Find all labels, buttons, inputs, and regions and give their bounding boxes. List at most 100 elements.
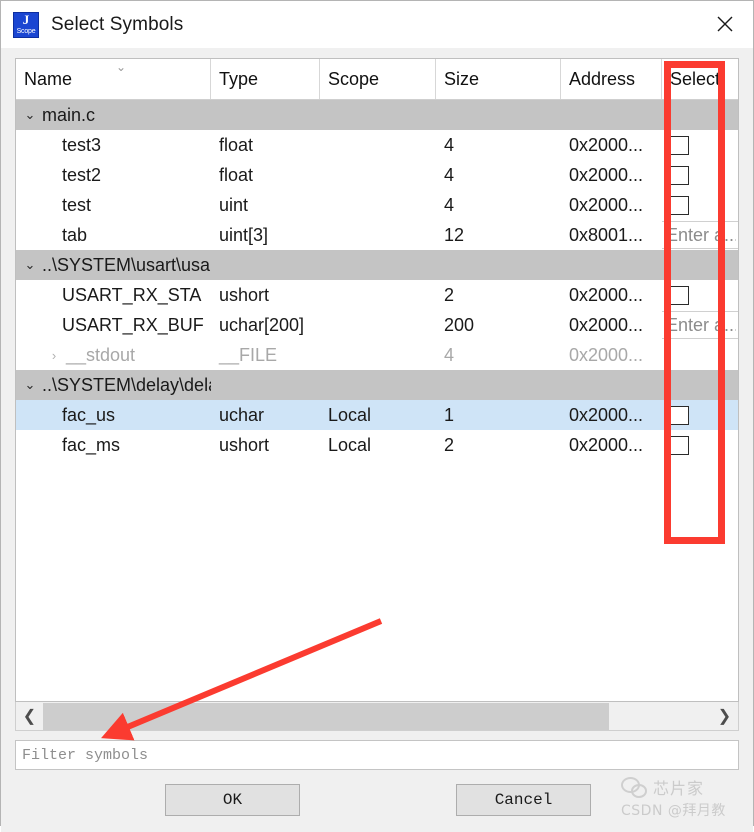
select-checkbox[interactable] [670, 405, 689, 425]
symbol-name-label: __stdout [66, 344, 136, 365]
select-checkbox[interactable] [670, 285, 689, 305]
close-icon[interactable] [697, 1, 753, 47]
scrollbar-thumb[interactable] [43, 702, 609, 730]
column-header-address[interactable]: Address [561, 59, 662, 99]
symbol-scope-cell [320, 160, 436, 190]
chevron-down-icon[interactable]: ⌄ [18, 377, 42, 393]
symbol-size-cell: 12 [444, 224, 465, 245]
dialog-body: Name ⌄ Type Scope Size Address Select ⌄ … [1, 48, 753, 832]
table-row[interactable]: tab uint[3] 12 0x8001... [16, 220, 738, 250]
symbol-type-cell: uchar [219, 404, 265, 425]
column-header-type[interactable]: Type [211, 59, 320, 99]
tree-group-name-cell: ⌄ main.c [16, 100, 211, 130]
select-checkbox[interactable] [670, 435, 689, 455]
tree-group-address-cell [561, 250, 662, 280]
symbol-name-cell: test2 [16, 160, 211, 190]
symbol-name-label: USART_RX_STA [62, 284, 202, 305]
symbol-select-cell[interactable] [662, 190, 738, 220]
table-row[interactable]: fac_us uchar Local 1 0x2000... [16, 400, 738, 430]
tree-group-label: ..\SYSTEM\usart\usart.c [42, 254, 211, 275]
table-row[interactable]: test3 float 4 0x2000... [16, 130, 738, 160]
symbol-select-cell[interactable] [662, 400, 738, 430]
symbol-type-cell: uint[3] [219, 224, 269, 245]
tree-group-size-cell [436, 250, 561, 280]
symbol-scope-cell: Local [328, 434, 372, 455]
symbol-address-cell: 0x2000... [569, 134, 644, 155]
watermark-name: 芯片家 [653, 779, 705, 798]
ok-button[interactable]: OK [165, 784, 300, 816]
watermark-credit: CSDN @拜月教 [621, 803, 726, 819]
tree-group-address-cell [561, 370, 662, 400]
symbol-select-cell[interactable] [662, 160, 738, 190]
symbol-address-cell: 0x2000... [569, 344, 644, 365]
table-row[interactable]: USART_RX_BUF uchar[200] 200 0x2000... [16, 310, 738, 340]
tree-group-type-cell [211, 250, 320, 280]
symbol-name-label: fac_us [62, 404, 116, 425]
symbol-name-label: USART_RX_BUF [62, 314, 204, 335]
symbol-address-cell: 0x2000... [569, 194, 644, 215]
symbol-name-cell: fac_us [16, 400, 211, 430]
horizontal-scrollbar[interactable]: ❮ ❯ [15, 702, 739, 731]
column-header-size[interactable]: Size [436, 59, 561, 99]
symbol-size-cell: 4 [444, 344, 455, 365]
symbol-scope-cell [320, 340, 436, 370]
symbol-tree-rows: ⌄ main.c test3 float 4 0x2000... test2 float 4 0x… [16, 100, 738, 701]
table-row[interactable]: test2 float 4 0x2000... [16, 160, 738, 190]
cancel-button[interactable]: Cancel [456, 784, 591, 816]
column-header-select[interactable]: Select [662, 59, 738, 99]
chevron-down-icon[interactable]: ⌄ [18, 107, 42, 123]
symbol-address-cell: 0x8001... [569, 224, 644, 245]
scroll-right-arrow-icon[interactable]: ❯ [711, 703, 738, 730]
column-header-scope[interactable]: Scope [320, 59, 436, 99]
tree-group-name-cell: ⌄..\SYSTEM\delay\delay.c [16, 370, 211, 400]
sort-chevron-down-icon: ⌄ [116, 60, 127, 74]
symbol-scope-cell [320, 310, 436, 340]
symbol-name-cell: test [16, 190, 211, 220]
symbol-select-cell[interactable] [662, 430, 738, 460]
tree-group-size-cell [436, 370, 561, 400]
symbol-name-cell: USART_RX_BUF [16, 310, 211, 340]
symbol-name-cell: › __stdout [16, 340, 211, 370]
symbol-type-cell: float [219, 134, 254, 155]
tree-group-row[interactable]: ⌄..\SYSTEM\usart\usart.c [16, 250, 738, 280]
table-row[interactable]: › __stdout __FILE 4 0x2000... [16, 340, 738, 370]
select-checkbox[interactable] [670, 195, 689, 215]
select-array-index-input[interactable] [662, 311, 738, 339]
tree-group-row[interactable]: ⌄ main.c [16, 100, 738, 130]
tree-group-row[interactable]: ⌄..\SYSTEM\delay\delay.c [16, 370, 738, 400]
symbol-type-cell: float [219, 164, 254, 185]
symbol-select-cell[interactable] [662, 310, 738, 340]
symbol-select-cell[interactable] [662, 130, 738, 160]
symbol-address-cell: 0x2000... [569, 284, 644, 305]
chevron-down-icon[interactable]: ⌄ [18, 257, 42, 273]
wechat-icon [621, 777, 647, 798]
symbol-select-cell[interactable] [662, 280, 738, 310]
select-checkbox[interactable] [670, 165, 689, 185]
symbol-name-cell: tab [16, 220, 211, 250]
filter-symbols-input[interactable] [15, 740, 739, 770]
chevron-right-icon[interactable]: › [42, 348, 66, 363]
symbol-name-label: test3 [62, 134, 102, 155]
column-header-name[interactable]: Name ⌄ [16, 59, 211, 99]
table-row[interactable]: test uint 4 0x2000... [16, 190, 738, 220]
symbol-size-cell: 200 [444, 314, 475, 335]
select-checkbox[interactable] [670, 135, 689, 155]
tree-group-type-cell [211, 370, 320, 400]
symbol-name-label: test [62, 194, 92, 215]
table-row[interactable]: fac_ms ushort Local 2 0x2000... [16, 430, 738, 460]
select-array-index-input[interactable] [662, 221, 738, 249]
symbol-name-label: tab [62, 224, 88, 245]
window-title: Select Symbols [51, 13, 184, 35]
symbol-scope-cell: Local [328, 404, 372, 425]
table-row[interactable]: USART_RX_STA ushort 2 0x2000... [16, 280, 738, 310]
scroll-left-arrow-icon[interactable]: ❮ [16, 703, 43, 730]
symbol-select-cell[interactable] [662, 220, 738, 250]
symbol-scope-cell [320, 130, 436, 160]
tree-group-name-cell: ⌄..\SYSTEM\usart\usart.c [16, 250, 211, 280]
watermark: 芯片家 CSDN @拜月教 [621, 774, 739, 824]
column-header-scope-label: Scope [328, 68, 380, 89]
tree-group-select-cell [662, 100, 738, 130]
scrollbar-track[interactable] [43, 702, 711, 730]
column-header-size-label: Size [444, 68, 480, 89]
tree-group-type-cell [211, 100, 320, 130]
